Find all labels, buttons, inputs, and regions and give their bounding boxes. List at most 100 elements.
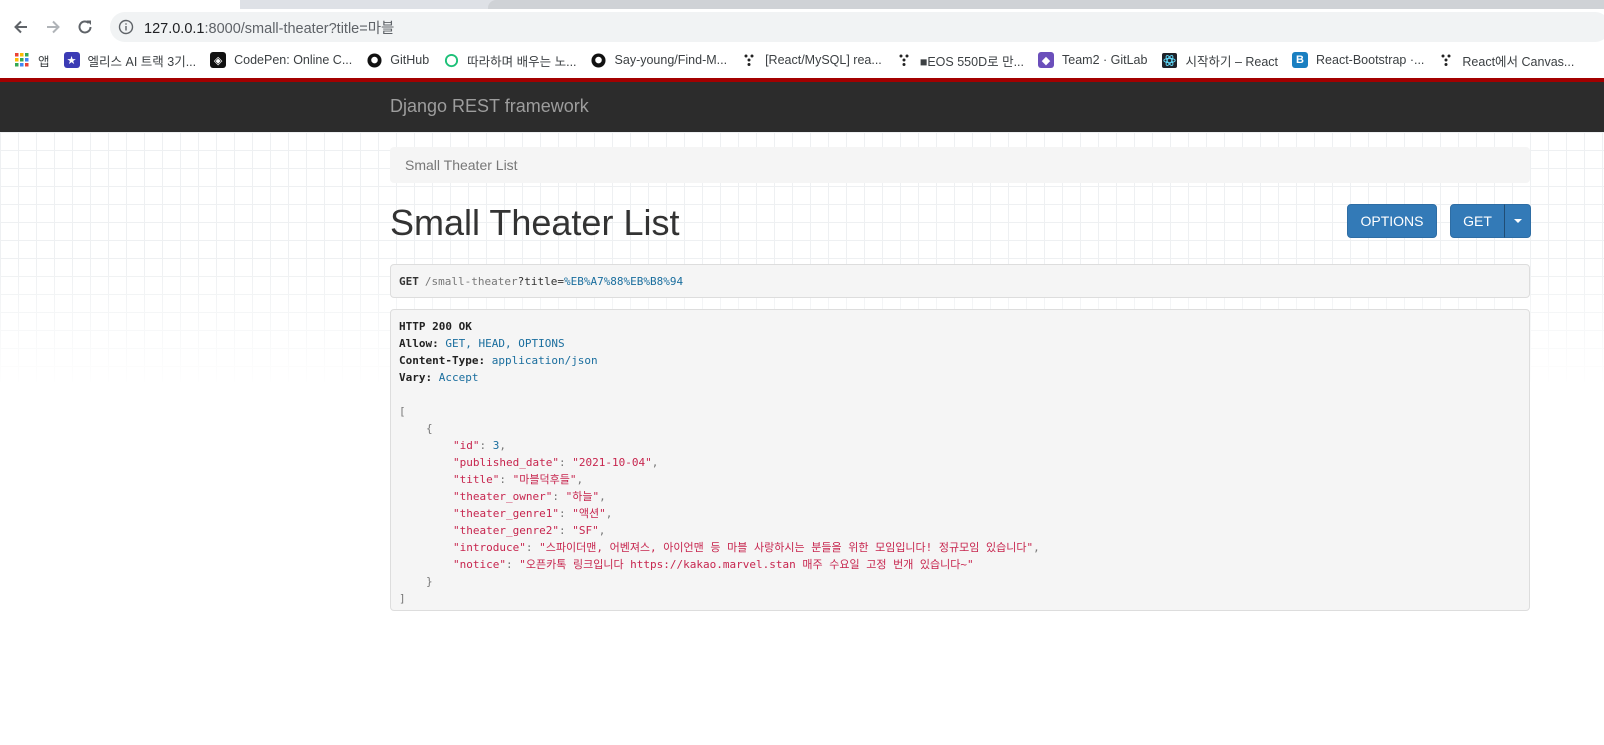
bookmark-label: ■EOS 550D로 만... [919,54,1024,69]
bookmark-item[interactable]: ◆ Team2 · GitLab [1038,52,1147,68]
json-close-bracket: ] [399,592,406,605]
json-field: "title": "마블덕후들", [453,473,584,486]
github-icon [591,52,607,68]
response-header: Vary: Accept [399,369,1521,386]
json-value: "SF" [572,524,599,537]
codepen-icon: ◈ [210,52,227,68]
apps-grid-icon [14,52,30,68]
url-path: :8000/small-theater?title=마블 [204,20,395,37]
bookmark-label: Say-young/Find-M... [614,53,728,67]
site-info-icon[interactable] [118,19,134,35]
json-value: "액션" [572,507,606,520]
json-key: "theater_owner" [453,490,553,503]
bookmark-label: 엘리스 AI 트랙 3기... [87,54,197,69]
bookmark-label: React-Bootstrap ·... [1316,53,1425,67]
bookmark-item[interactable]: Say-young/Find-M... [591,52,728,68]
navbar: Django REST framework [0,82,1604,132]
velog-icon [741,52,757,68]
bookmark-item[interactable]: 따라하며 배우는 노... [443,51,577,70]
reload-button[interactable] [71,13,99,41]
header-value: GET, HEAD, OPTIONS [445,337,565,350]
json-key: "published_date" [453,456,559,469]
forward-button[interactable] [39,13,67,41]
brand-link[interactable]: Django REST framework [390,96,589,117]
url-host: 127.0.0.1 [144,20,205,37]
response-info: HTTP 200 OK Allow: GET, HEAD, OPTIONS Con… [390,309,1530,611]
bookmark-item[interactable]: React에서 Canvas... [1438,51,1574,70]
get-button[interactable]: GET [1450,204,1505,238]
json-field: "theater_genre2": "SF", [453,524,606,537]
json-value: "2021-10-04" [572,456,652,469]
bookmark-item[interactable]: 앱 [14,51,50,70]
inflearn-icon [443,52,459,68]
react-bootstrap-icon: B [1292,52,1309,68]
header-key: Vary: [399,371,433,384]
request-method: GET [399,274,419,288]
bookmark-item[interactable]: GitHub [366,52,429,68]
header-key: Content-Type: [399,354,486,367]
bookmark-label: 앱 [38,54,50,69]
json-key: "notice" [453,558,506,571]
bookmark-label: [React/MySQL] rea... [765,53,882,67]
response-header: Allow: GET, HEAD, OPTIONS [399,335,1521,352]
json-field: "theater_genre1": "액션", [453,507,613,520]
bookmark-item[interactable]: ■EOS 550D로 만... [896,51,1024,70]
bookmark-item[interactable]: B React-Bootstrap ·... [1292,52,1424,68]
page-title: Small Theater List [390,202,680,243]
json-value: "스파이더맨, 어벤져스, 아이언맨 등 마블 사랑하시는 분들을 위한 모임입… [539,541,1034,554]
reload-icon [78,20,92,34]
json-value: "마블덕후들" [512,473,577,486]
github-icon [366,52,382,68]
json-key: "introduce" [453,541,526,554]
inactive-tab[interactable] [488,0,1604,9]
json-open-bracket: [ [399,405,406,418]
json-open-brace: { [426,422,433,435]
bookmarks-bar: 앱 ★ 엘리스 AI 트랙 3기... ◈ CodePen: Online C... Gi… [0,45,1604,75]
browser-tabstrip [0,0,1604,9]
active-tab[interactable] [0,0,240,9]
address-bar[interactable]: 127.0.0.1:8000/small-theater?title=마블 [110,12,1604,42]
json-close-brace: } [426,575,433,588]
bookmark-label: GitHub [390,53,430,67]
bookmark-item[interactable]: ★ 엘리스 AI 트랙 3기... [63,51,197,70]
bookmark-label: 시작하기 – React [1185,54,1279,69]
velog-icon [896,52,912,68]
options-button[interactable]: OPTIONS [1347,204,1437,238]
json-value: "하늘" [565,490,600,503]
browser-toolbar: 127.0.0.1:8000/small-theater?title=마블 [0,9,1604,45]
bookmark-label: React에서 Canvas... [1462,54,1575,69]
header-value: Accept [438,371,479,384]
bookmark-item[interactable]: ◈ CodePen: Online C... [210,52,352,68]
request-query-key: ?title= [517,274,564,288]
json-value: "오픈카톡 링크입니다 https://kakao.marvel.stan 매주… [519,558,974,571]
json-field: "published_date": "2021-10-04", [453,456,659,469]
bookmark-item[interactable]: 시작하기 – React [1161,51,1278,70]
header-value: application/json [491,354,598,367]
react-icon [1161,52,1177,68]
json-field: "theater_owner": "하늘", [453,490,606,503]
header-key: Allow: [399,337,439,350]
bookmark-label: CodePen: Online C... [234,53,353,67]
caret-down-icon [1513,219,1522,223]
request-query-value: %EB%A7%88%EB%B8%94 [563,274,684,288]
elice-icon: ★ [63,52,80,68]
get-format-dropdown[interactable] [1504,204,1531,238]
url-text: 127.0.0.1:8000/small-theater?title=마블 [144,17,394,38]
json-key: "title" [453,473,500,486]
velog-icon [1438,52,1454,68]
json-field: "notice": "오픈카톡 링크입니다 https://kakao.marv… [453,558,974,571]
forward-arrow-icon [47,20,60,34]
json-field: "introduce": "스파이더맨, 어벤져스, 아이언맨 등 마블 사랑하… [453,541,1040,554]
page-content: Small Theater List Small Theater List OP… [0,132,1604,745]
gitlab-icon: ◆ [1038,52,1054,68]
request-path: /small-theater [424,274,518,288]
breadcrumb: Small Theater List [390,147,1530,183]
bookmark-label: 따라하며 배우는 노... [467,54,577,69]
bookmark-label: Team2 · GitLab [1062,53,1148,67]
json-key: "id" [453,439,480,452]
back-button[interactable] [7,13,35,41]
breadcrumb-item-current[interactable]: Small Theater List [405,157,518,173]
bookmark-item[interactable]: [React/MySQL] rea... [741,52,882,68]
json-key: "theater_genre2" [453,524,559,537]
response-header: Content-Type: application/json [399,352,1521,369]
